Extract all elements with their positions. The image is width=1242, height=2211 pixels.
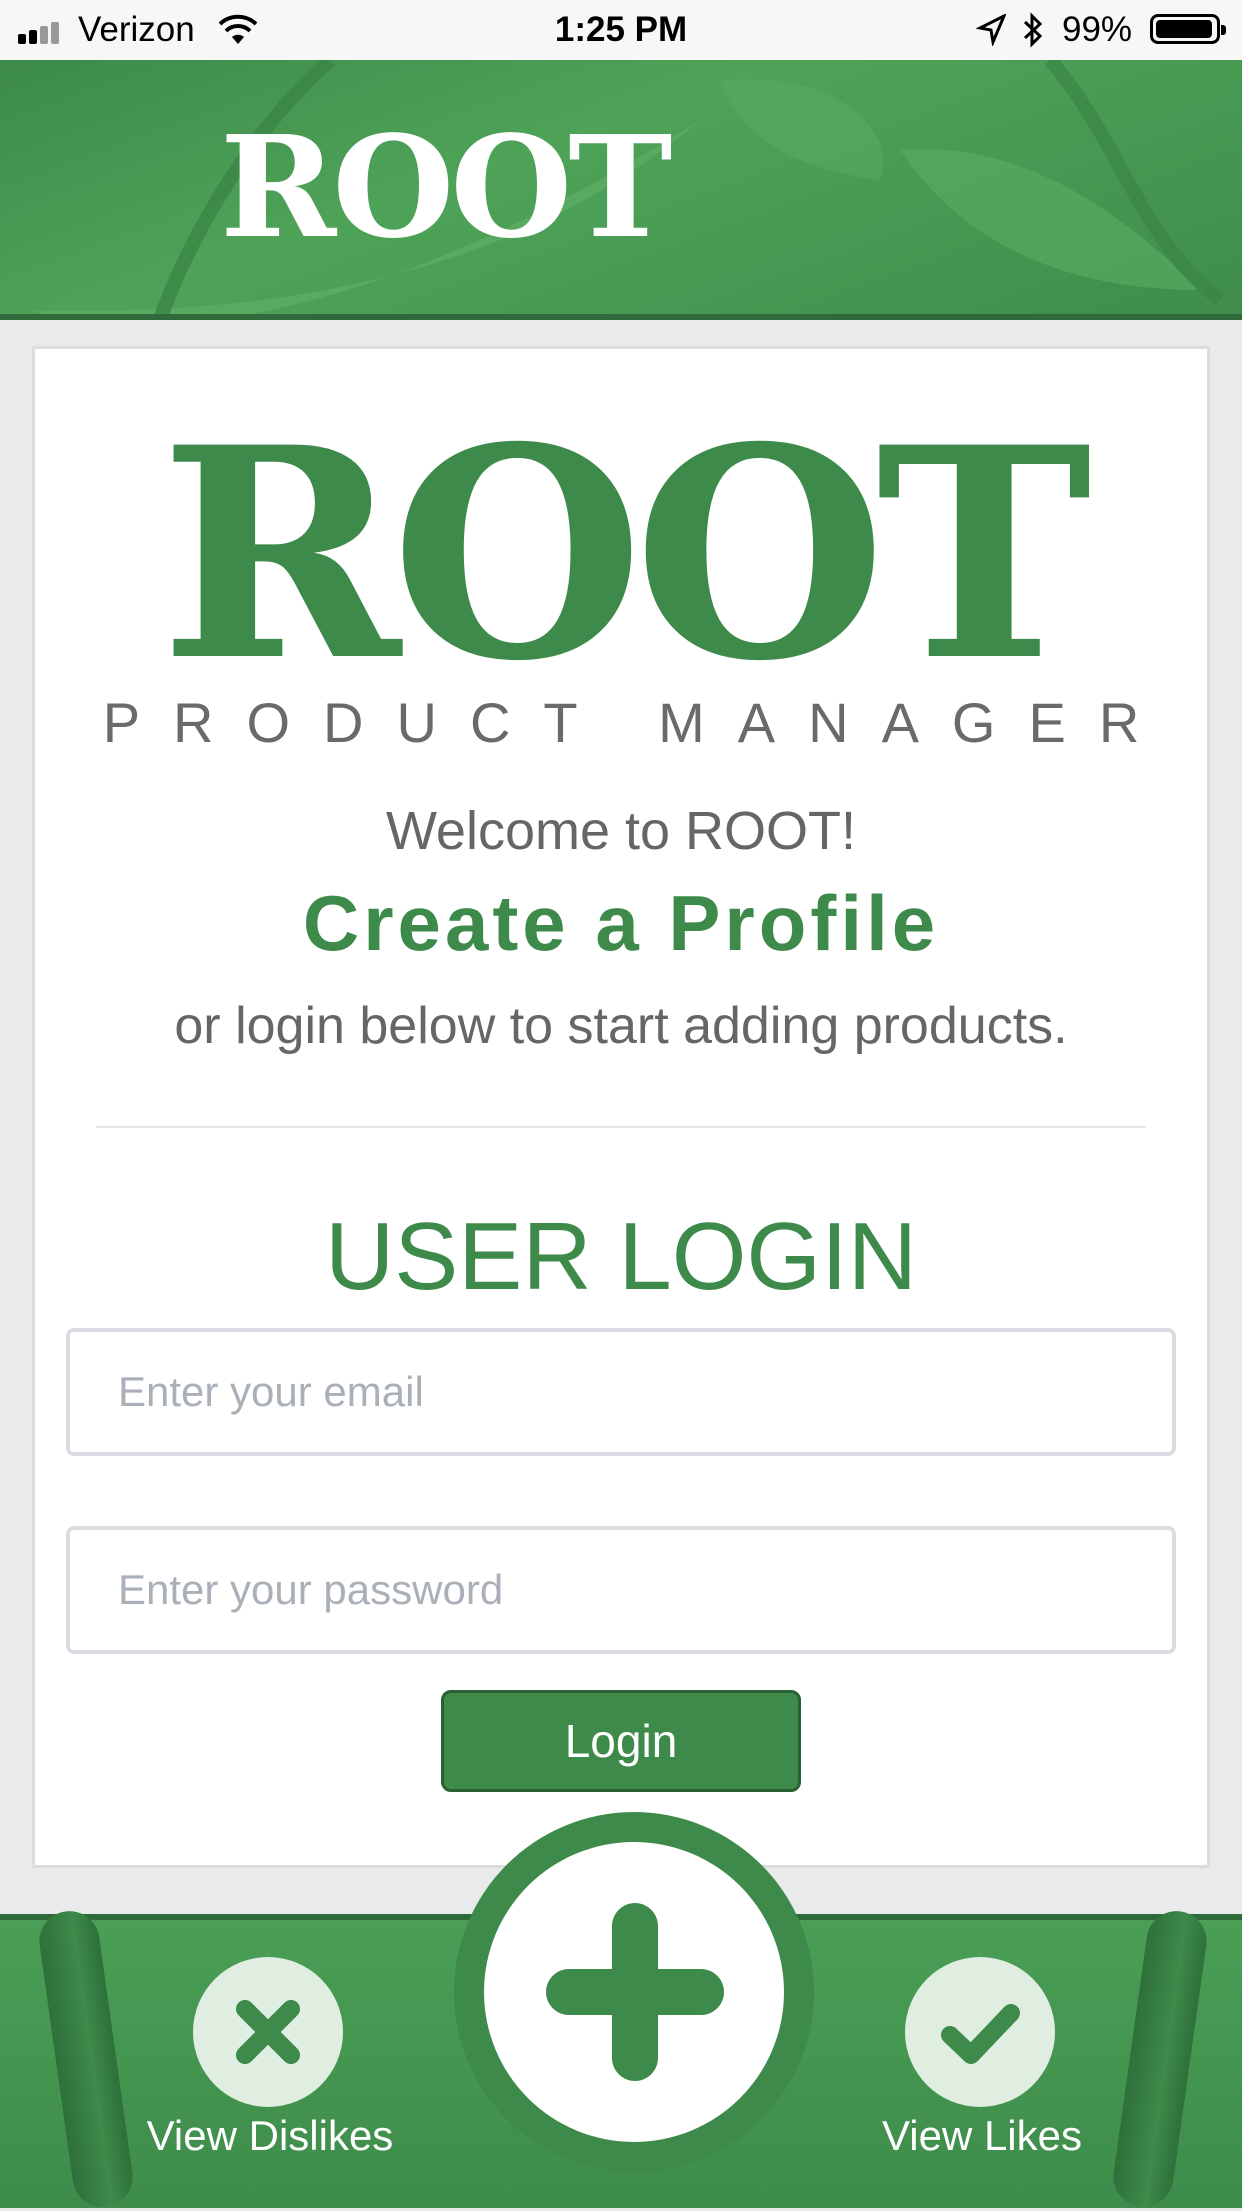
divider (96, 1126, 1146, 1128)
view-dislikes-button[interactable] (193, 1957, 343, 2107)
email-field[interactable] (66, 1328, 1176, 1456)
battery-percent: 99% (1062, 10, 1133, 49)
view-likes-button[interactable] (905, 1957, 1055, 2107)
location-arrow-icon (976, 14, 1006, 46)
checkmark-icon (941, 2004, 1020, 2064)
clock: 1:25 PM (554, 10, 688, 49)
user-login-heading: USER LOGIN (324, 1203, 918, 1310)
login-prompt-text: or login below to start adding products. (174, 997, 1068, 1055)
welcome-text: Welcome to ROOT! (385, 801, 857, 861)
header-border (0, 314, 1242, 320)
status-bar: Verizon 1:25 PM 99% (0, 0, 1242, 60)
logo-subtitle: PRODUCT MANAGER (102, 691, 1173, 754)
root-logo: ROOT (159, 385, 1092, 725)
header-logo: ROOT (220, 106, 672, 270)
header-banner: ROOT (0, 60, 1242, 320)
x-icon (236, 2000, 300, 2064)
view-dislikes-label[interactable]: View Dislikes (110, 2112, 430, 2160)
login-button[interactable]: Login (441, 1690, 801, 1792)
view-likes-label[interactable]: View Likes (822, 2112, 1142, 2160)
battery-icon (1150, 14, 1226, 44)
create-profile-link[interactable]: Create a Profile (0, 878, 1242, 969)
password-field[interactable] (66, 1526, 1176, 1654)
bluetooth-icon (1023, 12, 1043, 48)
plus-icon-bar (546, 1969, 724, 2015)
